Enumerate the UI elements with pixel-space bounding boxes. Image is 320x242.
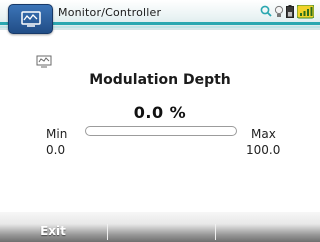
search-icon xyxy=(260,5,272,17)
window-title: Monitor/Controller xyxy=(58,6,162,19)
min-value: 0.0 xyxy=(46,143,66,157)
battery-icon xyxy=(286,5,294,18)
exit-button[interactable]: Exit xyxy=(0,224,106,240)
modulation-depth-bar xyxy=(85,126,237,136)
min-label: Min xyxy=(46,127,68,141)
bulb-icon xyxy=(274,5,284,17)
softkey-right[interactable] xyxy=(216,224,320,240)
monitor-small-icon xyxy=(36,55,52,68)
softkey-middle[interactable] xyxy=(108,224,214,240)
status-icons xyxy=(256,2,316,20)
max-label: Max xyxy=(251,127,276,141)
monitor-controller-icon xyxy=(21,11,41,27)
max-value: 100.0 xyxy=(246,143,281,157)
app-icon-button[interactable] xyxy=(8,4,53,34)
parameter-heading: Modulation Depth xyxy=(89,72,231,88)
signal-icon xyxy=(297,5,314,19)
softkey-bar: Exit xyxy=(0,212,320,242)
title-bar: Monitor/Controller xyxy=(0,0,320,34)
parameter-value: 0.0 % xyxy=(133,103,187,122)
